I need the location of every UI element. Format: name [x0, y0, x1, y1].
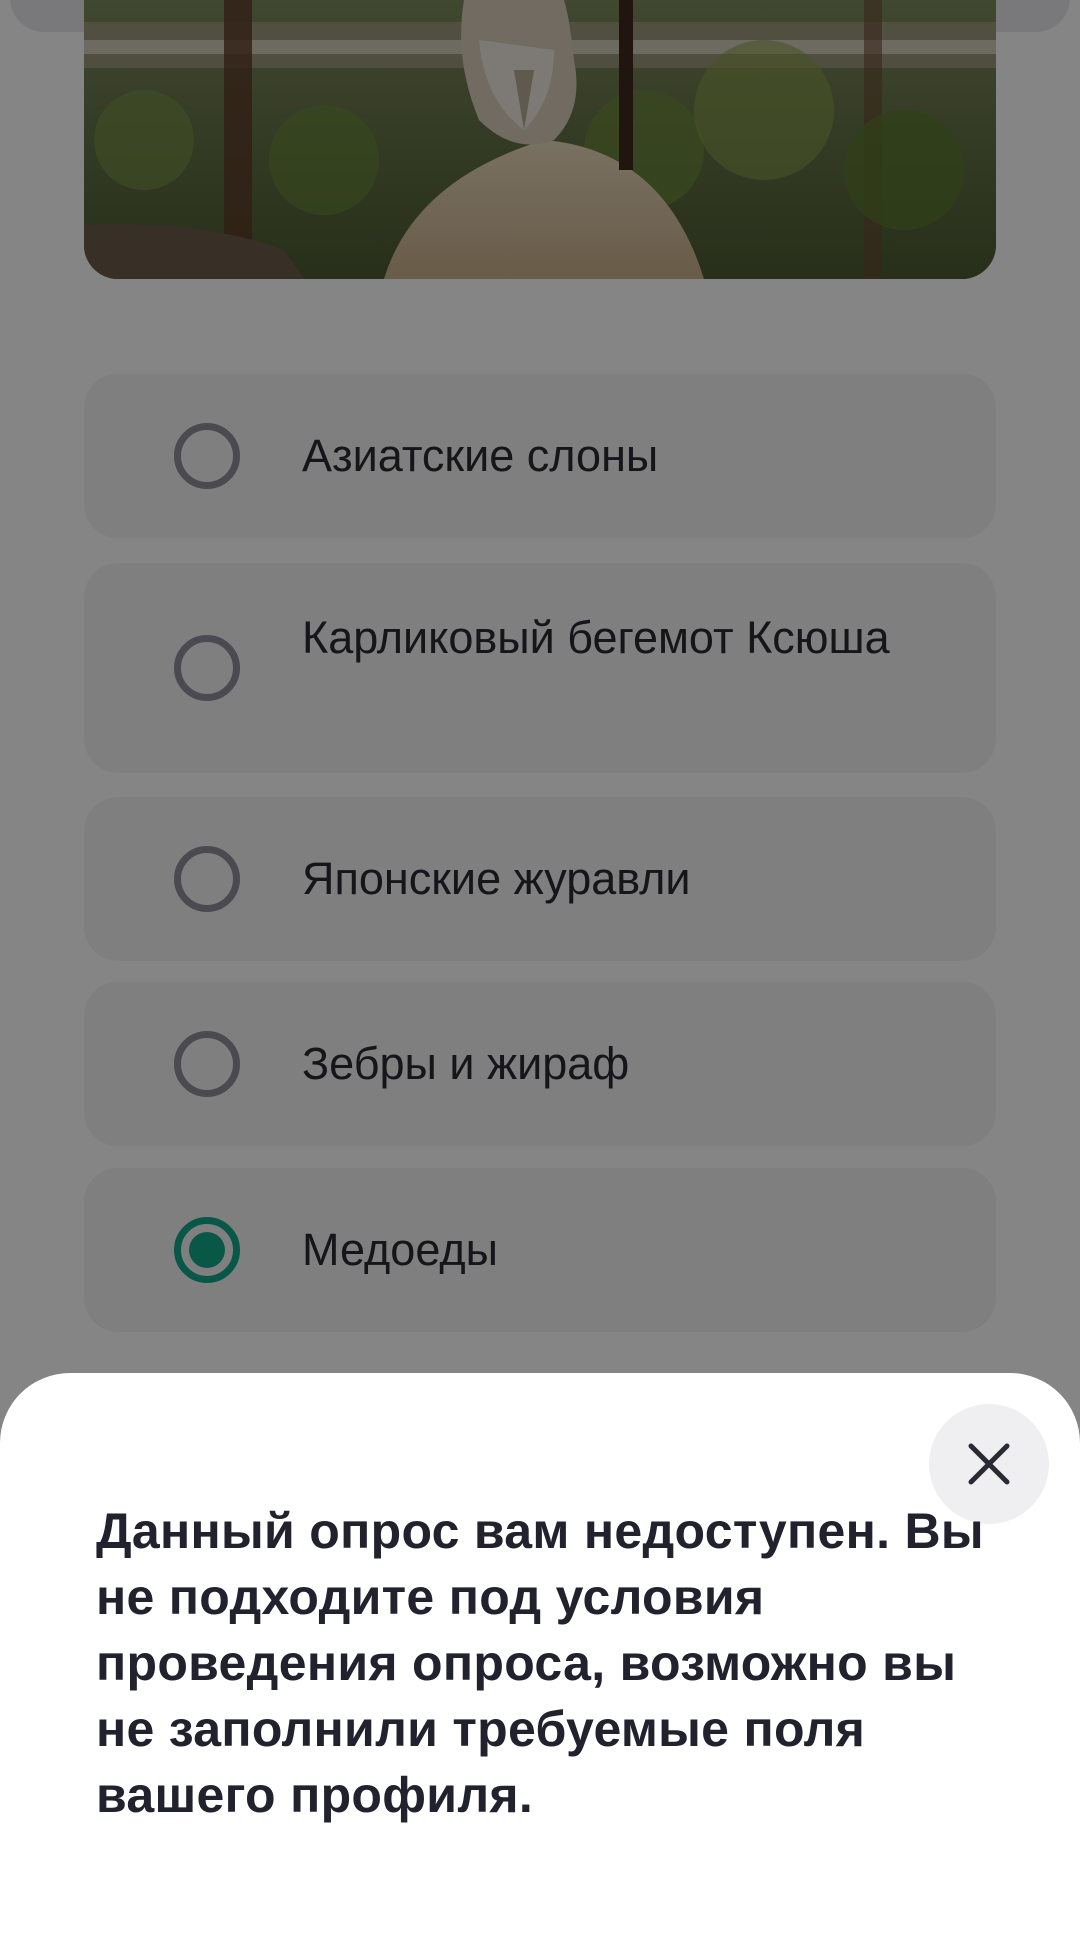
unavailable-survey-sheet: Данный опрос вам недоступен. Вы не подхо… [0, 1373, 1080, 1933]
close-icon [968, 1443, 1010, 1485]
unavailable-message: Данный опрос вам недоступен. Вы не подхо… [96, 1503, 984, 1823]
